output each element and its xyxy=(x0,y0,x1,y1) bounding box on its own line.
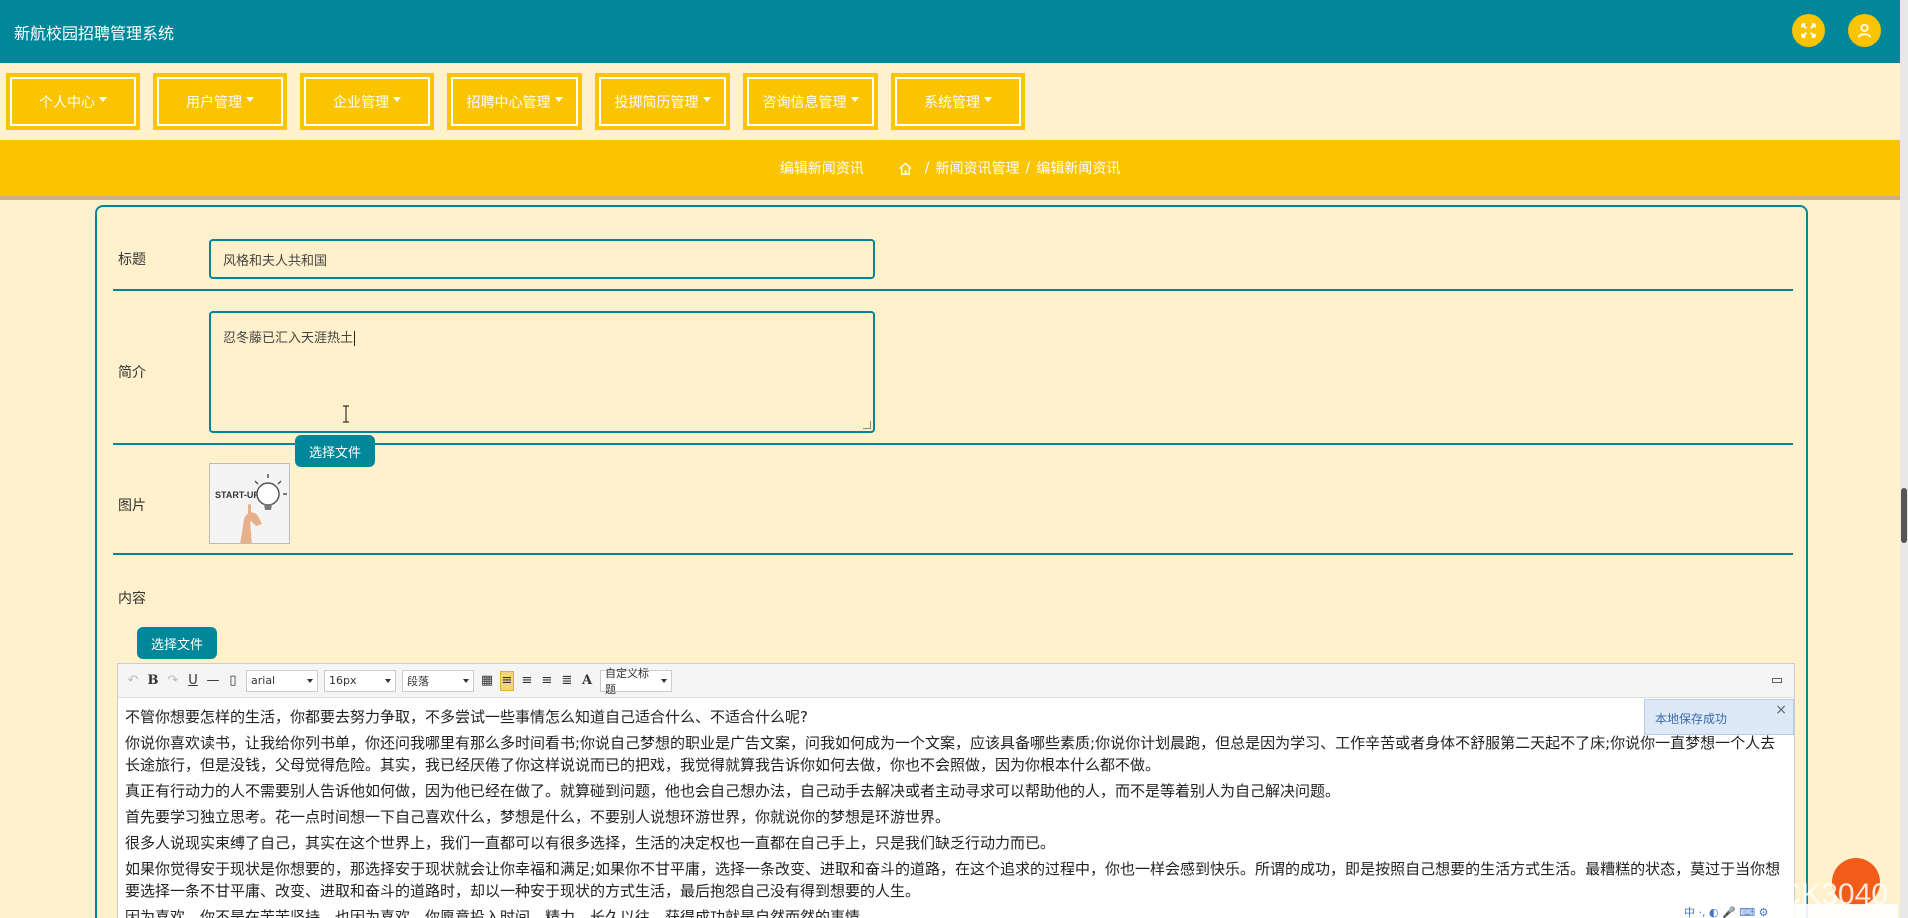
table-icon[interactable]: ▦ xyxy=(480,671,494,691)
chevron-down-icon xyxy=(554,97,563,102)
font-size-select[interactable]: 16px xyxy=(324,669,396,692)
custom-title-value: 自定义标题 xyxy=(605,666,649,696)
chevron-down-icon xyxy=(385,678,391,683)
nav-item-label: 招聘中心管理 xyxy=(466,94,551,111)
chevron-down-icon xyxy=(307,678,313,683)
page-title: 编辑新闻资讯 xyxy=(779,161,864,177)
user-icon xyxy=(1857,23,1872,38)
nav-item-label: 系统管理 xyxy=(924,94,980,111)
ime-toolbar: 中 ·, ◐ 🎤 ⌨ ⚙ xyxy=(1678,904,1898,918)
startup-lightbulb-image: START-UP xyxy=(210,464,289,543)
content-paragraph: 真正有行动力的人不需要别人告诉他如何做，因为他已经在做了。就算碰到问题，他也会自… xyxy=(125,782,1341,800)
bold-icon[interactable]: B xyxy=(146,671,160,691)
divider xyxy=(113,553,1793,555)
custom-title-select[interactable]: 自定义标题 xyxy=(600,667,672,696)
scrollbar-thumb[interactable] xyxy=(1901,488,1907,543)
top-header: 新航校园招聘管理系统 xyxy=(0,0,1900,63)
chevron-down-icon xyxy=(702,97,711,102)
content-paragraph: 因为喜欢，你不是在苦苦坚持，也因为喜欢，你愿意投入时间、精力，长久以往，获得成功… xyxy=(125,908,876,918)
chevron-down-icon xyxy=(661,678,667,683)
title-label: 标题 xyxy=(118,252,146,268)
breadcrumb-separator: / xyxy=(1025,160,1031,176)
chevron-down-icon xyxy=(246,97,254,102)
image-select-file-button[interactable]: 选择文件 xyxy=(295,435,375,467)
breadcrumb-news-management[interactable]: 新闻资讯管理 xyxy=(936,158,1020,178)
align-left-icon[interactable]: ≡ xyxy=(500,670,514,691)
edit-news-form: 标题 风格和夫人共和国 简介 忍冬藤已汇入天涯热土 图片 START-UP 选择… xyxy=(95,205,1808,918)
button-label: 选择文件 xyxy=(150,637,203,653)
content-paragraph: 很多人说现实束缚了自己，其实在这个世界上，我们一直都可以有很多选择，生活的决定权… xyxy=(125,834,1056,852)
chevron-down-icon xyxy=(99,97,107,102)
horizontal-rule-icon[interactable]: — xyxy=(206,671,220,691)
chevron-down-icon xyxy=(850,97,859,102)
document-icon[interactable]: ▯ xyxy=(226,671,240,691)
nav-item-label: 咨询信息管理 xyxy=(762,94,847,111)
content-paragraph: 如果你觉得安于现状是你想要的，那选择安于现状就会让你幸福和满足;如果你不甘平庸，… xyxy=(125,860,1781,900)
image-label: 图片 xyxy=(118,498,146,514)
app-title: 新航校园招聘管理系统 xyxy=(14,24,175,43)
breadcrumb-bar: 编辑新闻资讯 / 新闻资讯管理 / 编辑新闻资讯 xyxy=(0,140,1900,200)
align-right-icon[interactable]: ≡ xyxy=(520,671,534,691)
title-input-value: 风格和夫人共和国 xyxy=(223,253,328,269)
nav-item-personal-center[interactable]: 个人中心 xyxy=(6,73,140,130)
align-justify-icon[interactable]: ≣ xyxy=(560,671,574,691)
chevron-down-icon xyxy=(463,678,469,683)
thumbnail-text: START-UP xyxy=(215,490,259,500)
divider xyxy=(113,289,1793,291)
nav-item-user-management[interactable]: 用户管理 xyxy=(153,73,287,130)
nav-item-label: 用户管理 xyxy=(186,94,242,111)
nav-item-label: 投掷简历管理 xyxy=(614,94,699,111)
editor-content[interactable]: 不管你想要怎样的生活，你都要去努力争取，不多尝试一些事情怎么知道自己适合什么、不… xyxy=(118,698,1794,918)
button-label: 选择文件 xyxy=(308,445,361,461)
chevron-down-icon xyxy=(393,97,401,102)
nav-item-recruitment-center[interactable]: 招聘中心管理 xyxy=(447,73,582,130)
content-paragraph: 你说你喜欢读书，让我给你列书单，你还问我哪里有那么多时间看书;你说自己梦想的职业… xyxy=(125,734,1776,774)
align-center-icon[interactable]: ≡ xyxy=(540,671,554,691)
page-scrollbar[interactable] xyxy=(1900,0,1908,918)
nav-item-label: 企业管理 xyxy=(333,94,389,111)
font-color-icon[interactable]: A xyxy=(580,671,594,691)
main-nav: 个人中心 用户管理 企业管理 招聘中心管理 投掷简历管理 咨询信息管理 系统管理 xyxy=(0,63,1900,140)
nav-item-consult-info[interactable]: 咨询信息管理 xyxy=(743,73,878,130)
paragraph-select[interactable]: 段落 xyxy=(402,669,474,692)
text-caret xyxy=(354,331,356,346)
home-icon[interactable] xyxy=(898,161,913,176)
underline-icon[interactable]: U xyxy=(186,671,200,691)
close-icon[interactable]: × xyxy=(1775,702,1787,718)
breadcrumb-separator: / xyxy=(924,160,930,176)
nav-item-system-management[interactable]: 系统管理 xyxy=(891,73,1025,130)
editor-toolbar: ↶ B ↷ U — ▯ arial 16px 段落 ▦ ≡ ≡ ≡ ≣ A 自定… xyxy=(118,664,1794,698)
content-select-file-button[interactable]: 选择文件 xyxy=(137,627,217,659)
font-family-select[interactable]: arial xyxy=(246,669,318,692)
nav-item-label: 个人中心 xyxy=(39,94,95,111)
resize-handle-icon[interactable] xyxy=(863,421,871,429)
font-size-value: 16px xyxy=(329,674,357,687)
preview-icon[interactable]: ▭ xyxy=(1770,671,1784,691)
content-paragraph: 不管你想要怎样的生活，你都要去努力争取，不多尝试一些事情怎么知道自己适合什么、不… xyxy=(125,708,808,726)
chevron-down-icon xyxy=(984,97,992,102)
nav-item-company-management[interactable]: 企业管理 xyxy=(300,73,434,130)
user-avatar-button[interactable] xyxy=(1848,14,1881,47)
news-image-thumbnail: START-UP xyxy=(209,463,290,544)
redo-icon[interactable]: ↷ xyxy=(166,671,180,691)
save-toast: 本地保存成功 × xyxy=(1644,699,1794,735)
rich-text-editor[interactable]: ↶ B ↷ U — ▯ arial 16px 段落 ▦ ≡ ≡ ≡ ≣ A 自定… xyxy=(117,663,1795,918)
summary-textarea-value: 忍冬藤已汇入天涯热土 xyxy=(223,331,354,346)
fullscreen-icon xyxy=(1801,23,1816,38)
text-cursor-icon xyxy=(343,405,349,423)
title-input[interactable]: 风格和夫人共和国 xyxy=(209,239,875,279)
undo-icon[interactable]: ↶ xyxy=(126,671,140,691)
font-family-value: arial xyxy=(251,674,276,687)
paragraph-value: 段落 xyxy=(407,674,429,688)
nav-item-resume-management[interactable]: 投掷简历管理 xyxy=(595,73,730,130)
summary-label: 简介 xyxy=(118,365,146,381)
toast-message: 本地保存成功 xyxy=(1655,712,1728,726)
content-paragraph: 首先要学习独立思考。花一点时间想一下自己喜欢什么，梦想是什么，不要别人说想环游世… xyxy=(125,808,951,826)
breadcrumb-current: 编辑新闻资讯 xyxy=(1036,161,1121,177)
fullscreen-button[interactable] xyxy=(1792,14,1825,47)
summary-textarea[interactable]: 忍冬藤已汇入天涯热土 xyxy=(209,311,875,433)
content-label: 内容 xyxy=(118,591,146,607)
